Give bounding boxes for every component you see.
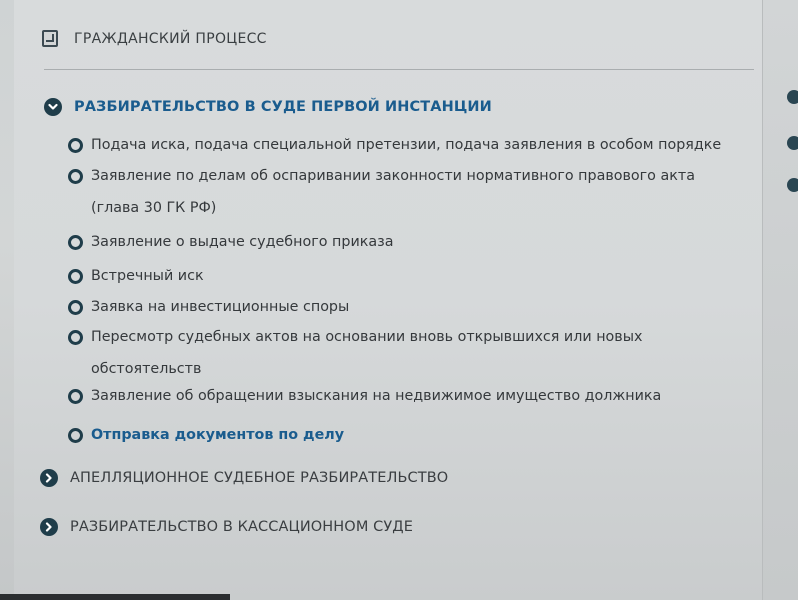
section-title: РАЗБИРАТЕЛЬСТВО В СУДЕ ПЕРВОЙ ИНСТАНЦИИ [74, 99, 492, 115]
list-item[interactable]: Заявка на инвестиционные споры [68, 298, 741, 323]
section-title: РАЗБИРАТЕЛЬСТВО В КАССАЦИОННОМ СУДЕ [70, 519, 413, 535]
category-header: ГРАЖДАНСКИЙ ПРОЦЕСС [42, 30, 267, 47]
list-item-label[interactable]: Заявление по делам об оспаривании законн… [91, 160, 711, 224]
section-appeal[interactable]: АПЕЛЛЯЦИОННОЕ СУДЕБНОЕ РАЗБИРАТЕЛЬСТВО [40, 469, 448, 487]
ring-bullet-icon [68, 300, 83, 315]
ring-bullet-icon [68, 169, 83, 184]
document-icon [42, 30, 58, 47]
section-title: АПЕЛЛЯЦИОННОЕ СУДЕБНОЕ РАЗБИРАТЕЛЬСТВО [70, 470, 449, 486]
list-item-label[interactable]: Отправка документов по делу [91, 419, 741, 451]
chevron-right-circle-icon [40, 469, 58, 487]
list-item-label[interactable]: Пересмотр судебных актов на основании вн… [91, 321, 681, 385]
list-item[interactable]: Заявление по делам об оспаривании законн… [68, 167, 711, 224]
list-item[interactable]: Встречный иск [68, 267, 741, 292]
screen: ГРАЖДАНСКИЙ ПРОЦЕСС РАЗБИРАТЕЛЬСТВО В СУ… [0, 0, 798, 600]
chevron-right-circle-icon [40, 518, 58, 536]
ring-bullet-icon [68, 235, 83, 250]
list-item-label[interactable]: Встречный иск [91, 260, 741, 292]
ring-bullet-icon [68, 428, 83, 443]
divider [44, 69, 754, 70]
list-item[interactable]: Пересмотр судебных актов на основании вн… [68, 328, 681, 385]
ring-bullet-icon [68, 389, 83, 404]
list-item[interactable]: Заявление о выдаче судебного приказа [68, 233, 741, 258]
section-cassation[interactable]: РАЗБИРАТЕЛЬСТВО В КАССАЦИОННОМ СУДЕ [40, 518, 413, 536]
chevron-right-icon[interactable] [787, 90, 798, 104]
list-item[interactable]: Подача иска, подача специальной претензи… [68, 136, 741, 161]
section-first-instance[interactable]: РАЗБИРАТЕЛЬСТВО В СУДЕ ПЕРВОЙ ИНСТАНЦИИ [44, 98, 492, 116]
list-item[interactable]: Заявление об обращении взыскания на недв… [68, 387, 741, 412]
category-title: ГРАЖДАНСКИЙ ПРОЦЕСС [74, 30, 267, 47]
ring-bullet-icon [68, 330, 83, 345]
list-item-label[interactable]: Заявка на инвестиционные споры [91, 291, 741, 323]
list-item-label[interactable]: Заявление о выдаче судебного приказа [91, 226, 741, 258]
ring-bullet-icon [68, 138, 83, 153]
ring-bullet-icon [68, 269, 83, 284]
list-item-label[interactable]: Подача иска, подача специальной претензи… [91, 129, 741, 161]
list-item-highlighted[interactable]: Отправка документов по делу [68, 426, 741, 451]
right-side-panel [763, 0, 798, 600]
list-item-label[interactable]: Заявление об обращении взыскания на недв… [91, 380, 741, 412]
chevron-right-icon[interactable] [787, 178, 798, 192]
chevron-right-icon[interactable] [787, 136, 798, 150]
chevron-down-circle-icon [44, 98, 62, 116]
bottom-bar [0, 594, 230, 600]
